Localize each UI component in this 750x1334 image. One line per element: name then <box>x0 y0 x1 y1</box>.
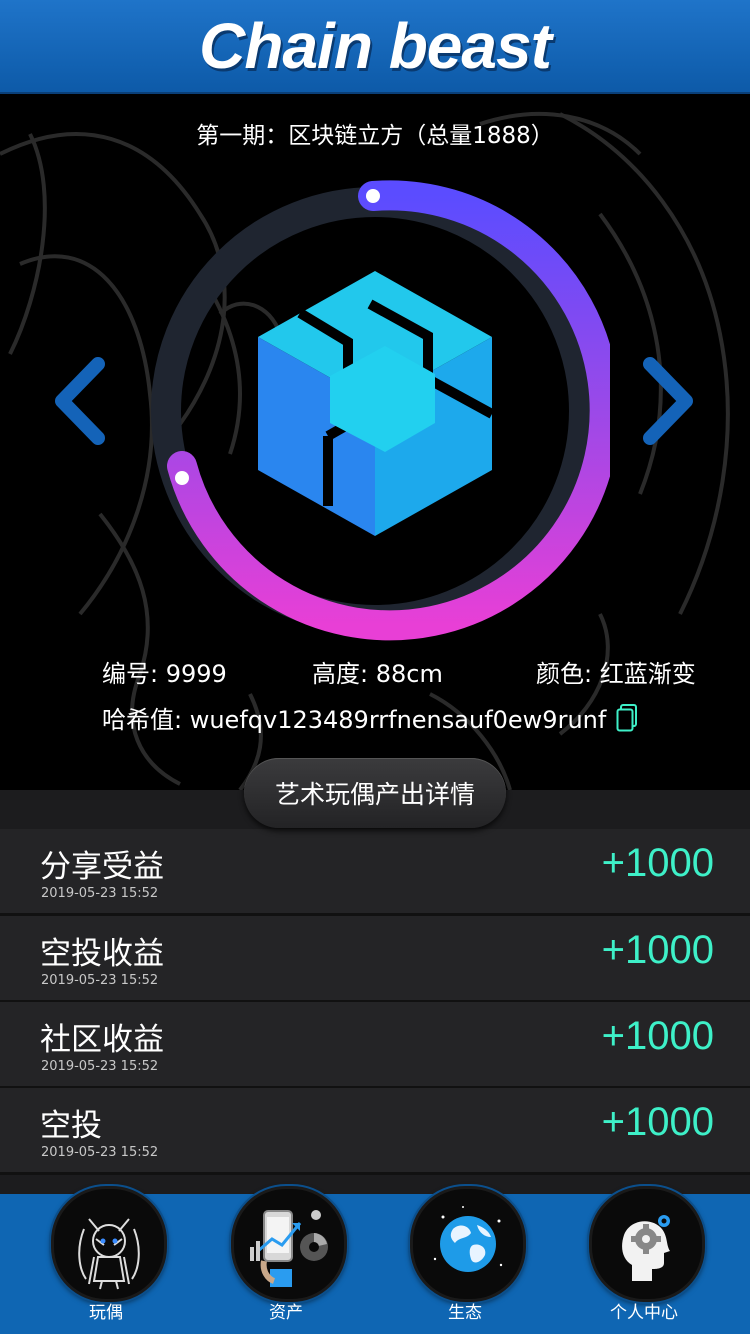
hero-section: 第一期：区块链立方（总量1888） 编号: 9999 高度: 88cm 颜色: … <box>0 94 750 790</box>
item-height: 高度: 88cm <box>312 660 443 688</box>
record-time: 2019-05-23 15:52 <box>41 1059 159 1074</box>
record-name: 空投收益 <box>40 936 164 972</box>
ring-start-dot <box>366 189 380 203</box>
list-item[interactable]: 分享受益 2019-05-23 15:52 +1000 <box>0 829 750 916</box>
period-title: 第一期：区块链立方（总量1888） <box>196 123 554 149</box>
list-item[interactable]: 空投 2019-05-23 15:52 +1000 <box>0 1088 750 1175</box>
item-info-row: 编号: 9999 高度: 88cm 颜色: 红蓝渐变 <box>102 654 702 690</box>
record-amount: +1000 <box>601 1014 714 1058</box>
record-name: 分享受益 <box>40 849 164 885</box>
tab-assets-label: 资产 <box>269 1303 303 1323</box>
tab-doll[interactable]: 玩偶 <box>36 1186 176 1334</box>
previous-arrow-icon[interactable] <box>50 356 110 446</box>
progress-ring <box>151 180 610 641</box>
app-header: Chain beast <box>0 0 750 94</box>
ring-end-dot <box>175 471 189 485</box>
record-time: 2019-05-23 15:52 <box>41 886 159 901</box>
tab-doll-label: 玩偶 <box>89 1303 123 1323</box>
list-item[interactable]: 社区收益 2019-05-23 15:52 +1000 <box>0 1002 750 1089</box>
copy-icon[interactable] <box>616 703 638 732</box>
blockchain-cube-icon <box>258 271 495 536</box>
hash-row: 哈希值: wuefqv123489rrfnensauf0ew9runf <box>102 700 638 735</box>
record-time: 2019-05-23 15:52 <box>41 973 159 988</box>
list-item[interactable]: 空投收益 2019-05-23 15:52 +1000 <box>0 916 750 1003</box>
bottom-tab-bar: 玩偶 资产 生态 个人中心 <box>0 1186 750 1334</box>
record-name: 社区收益 <box>40 1022 164 1058</box>
tab-profile-label: 个人中心 <box>610 1303 678 1323</box>
globe-icon <box>410 1186 526 1302</box>
tab-assets[interactable]: 资产 <box>216 1186 356 1334</box>
record-time: 2019-05-23 15:52 <box>41 1145 159 1160</box>
record-name: 空投 <box>40 1108 102 1144</box>
profile-gear-icon <box>589 1186 705 1302</box>
assets-chart-icon <box>231 1186 347 1302</box>
tab-ecology-label: 生态 <box>448 1303 482 1323</box>
record-amount: +1000 <box>601 841 714 885</box>
tab-ecology[interactable]: 生态 <box>395 1186 535 1334</box>
doll-icon <box>51 1186 167 1302</box>
tab-profile[interactable]: 个人中心 <box>574 1186 714 1334</box>
record-amount: +1000 <box>601 928 714 972</box>
item-color: 颜色: 红蓝渐变 <box>536 660 696 688</box>
output-details-button[interactable]: 艺术玩偶产出详情 <box>244 758 506 828</box>
next-arrow-icon[interactable] <box>638 356 698 446</box>
app-title: Chain beast <box>199 10 552 82</box>
output-details-label: 艺术玩偶产出详情 <box>274 780 475 809</box>
item-hash: 哈希值: wuefqv123489rrfnensauf0ew9runf <box>102 706 607 734</box>
item-number: 编号: 9999 <box>102 660 227 688</box>
record-amount: +1000 <box>601 1100 714 1144</box>
